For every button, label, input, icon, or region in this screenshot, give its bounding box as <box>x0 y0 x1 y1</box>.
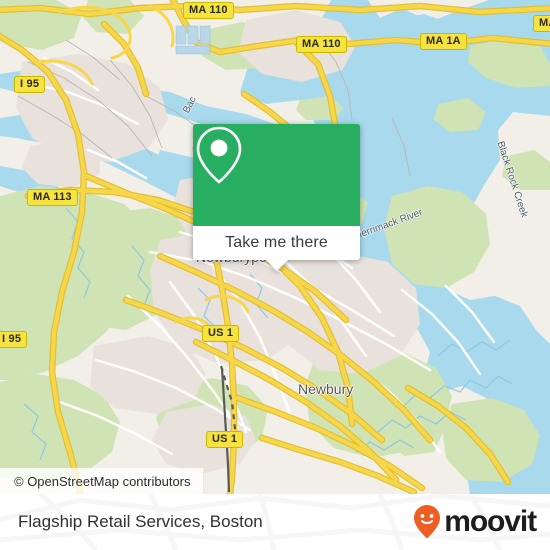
moovit-wordmark: moovit <box>444 505 537 538</box>
popup-pointer <box>265 260 288 271</box>
popup-body[interactable]: Take me there <box>193 226 360 260</box>
moovit-logo[interactable]: moovit <box>412 504 537 540</box>
road-shield[interactable]: I 95 <box>0 331 28 348</box>
road-shield[interactable]: MA 110 <box>296 36 347 53</box>
road-shield[interactable]: US 1 <box>202 325 240 342</box>
take-me-there-popup[interactable]: Take me there <box>193 124 360 271</box>
map-canvas[interactable]: MA 110 MA 110 MA 1A MA I 95 MA 113 I 95 … <box>0 0 550 494</box>
road-shield[interactable]: MA 110 <box>183 2 234 19</box>
road-shield[interactable]: MA 113 <box>27 189 78 206</box>
page-title: Flagship Retail Services, Boston <box>18 512 263 531</box>
road-shield[interactable]: US 1 <box>206 431 244 448</box>
popup-header <box>193 124 360 226</box>
moovit-pin-smiley-icon <box>414 505 441 539</box>
take-me-there-label: Take me there <box>225 234 328 251</box>
road-shield[interactable]: MA 1A <box>420 33 467 50</box>
attribution-text: © OpenStreetMap contributors <box>14 473 191 489</box>
map-pin-icon <box>196 126 242 184</box>
footer-bar: Flagship Retail Services, Boston moovit <box>0 494 550 550</box>
road-shield[interactable]: MA <box>533 15 550 32</box>
map-attribution[interactable]: © OpenStreetMap contributors <box>0 468 204 494</box>
place-label-newbury: Newbury <box>298 381 354 397</box>
moovit-map-screenshot: MA 110 MA 110 MA 1A MA I 95 MA 113 I 95 … <box>0 0 550 550</box>
road-shield[interactable]: I 95 <box>14 76 46 93</box>
